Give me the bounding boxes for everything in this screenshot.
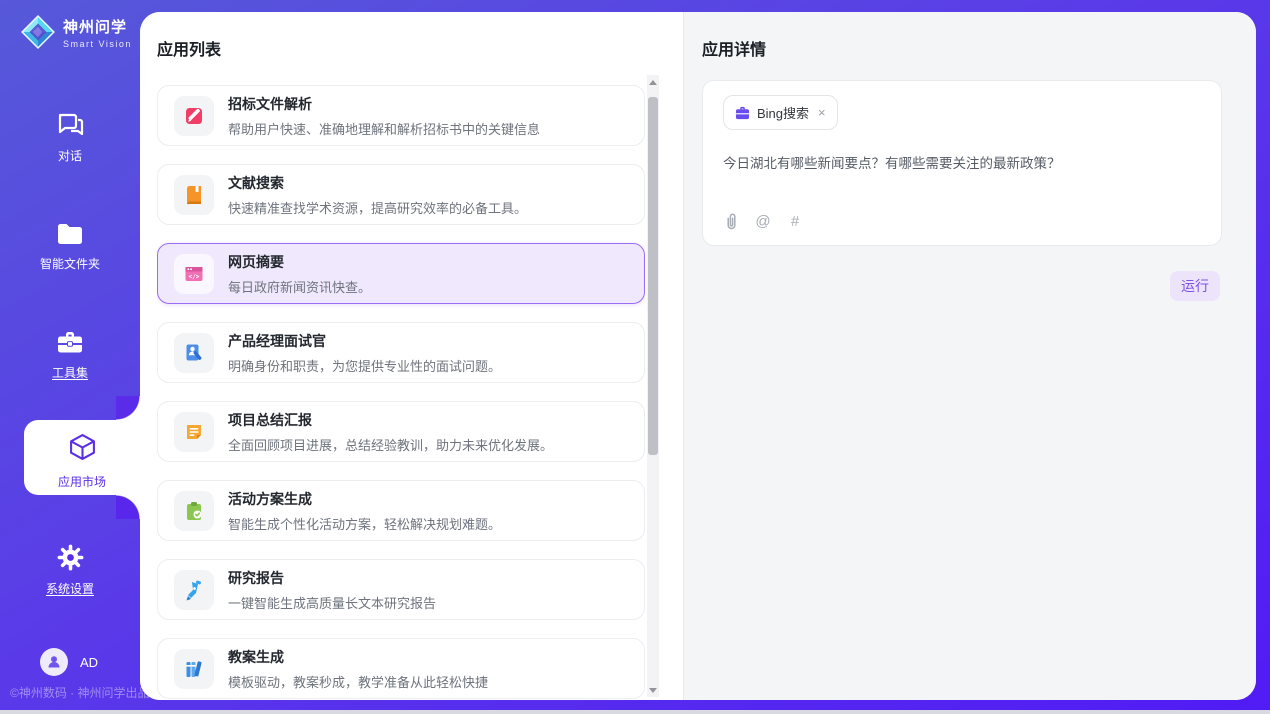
gear-icon	[57, 544, 84, 571]
app-list-title: 应用列表	[157, 36, 221, 60]
user-account[interactable]: AD	[40, 648, 98, 676]
svg-text:</>: </>	[189, 273, 200, 280]
sidebar-item-app-market[interactable]: 应用市场	[24, 420, 140, 495]
app-card-description: 快速精准查找学术资源，提高研究效率的必备工具。	[228, 198, 527, 217]
tab-fillet-top	[116, 396, 140, 420]
app-card-project-summary[interactable]: 项目总结汇报 全面回顾项目进展，总结经验教训，助力未来优化发展。	[157, 401, 645, 462]
resume-pen-icon	[174, 333, 214, 373]
app-detail-panel: 应用详情 Bing搜索 × 今日湖北有哪些新闻要点？有哪些需要关注的最新政策？	[683, 12, 1256, 700]
tool-tag-label: Bing搜索	[757, 103, 809, 122]
toolbox-icon	[56, 330, 84, 355]
clipboard-check-icon	[174, 491, 214, 531]
app-card-bid-analysis[interactable]: 招标文件解析 帮助用户快速、准确地理解和解析招标书中的关键信息	[157, 85, 645, 146]
folder-icon	[56, 222, 84, 246]
tool-tag-bing-search[interactable]: Bing搜索 ×	[723, 95, 838, 130]
tab-fillet-bottom	[116, 495, 140, 519]
bottom-edge-strip	[0, 710, 1270, 714]
run-button[interactable]: 运行	[1170, 271, 1220, 301]
sidebar-item-label: 智能文件夹	[0, 255, 140, 272]
brand-subtitle: Smart Vision	[63, 39, 132, 49]
books-icon	[174, 649, 214, 689]
question-text[interactable]: 今日湖北有哪些新闻要点？有哪些需要关注的最新政策？	[723, 154, 1201, 174]
gem-logo-icon	[20, 14, 56, 50]
report-note-icon	[174, 412, 214, 452]
app-window: 神州问学 Smart Vision 对话 智能文件夹	[0, 0, 1270, 714]
app-card-event-plan[interactable]: 活动方案生成 智能生成个性化活动方案，轻松解决规划难题。	[157, 480, 645, 541]
person-icon	[46, 654, 62, 670]
sidebar-item-label: 系统设置	[0, 580, 140, 597]
sidebar-item-smart-folder[interactable]: 智能文件夹	[0, 222, 140, 272]
app-detail-title: 应用详情	[702, 36, 766, 60]
sidebar-item-settings[interactable]: 系统设置	[0, 544, 140, 597]
mention-icon[interactable]: @	[755, 211, 771, 231]
book-icon	[174, 175, 214, 215]
app-card-title: 招标文件解析	[228, 94, 540, 114]
sidebar-item-label: 工具集	[0, 364, 140, 381]
avatar	[40, 648, 68, 676]
app-card-description: 智能生成个性化活动方案，轻松解决规划难题。	[228, 514, 501, 533]
attachment-icon[interactable]	[723, 211, 739, 231]
app-card-description: 明确身份和职责，为您提供专业性的面试问题。	[228, 356, 501, 375]
app-card-description: 每日政府新闻资讯快查。	[228, 277, 371, 296]
sidebar-item-label: 对话	[0, 147, 140, 164]
hash-icon[interactable]: #	[787, 211, 803, 231]
app-card-lesson-plan[interactable]: 教案生成 模板驱动，教案秒成，教学准备从此轻松快捷	[157, 638, 645, 699]
app-card-title: 网页摘要	[228, 252, 371, 272]
briefcase-icon	[735, 106, 750, 120]
app-card-literature-search[interactable]: 文献搜索 快速精准查找学术资源，提高研究效率的必备工具。	[157, 164, 645, 225]
app-card-title: 研究报告	[228, 568, 436, 588]
brand-name: 神州问学	[63, 16, 132, 37]
app-card-title: 活动方案生成	[228, 489, 501, 509]
app-card-web-summary[interactable]: </> 网页摘要 每日政府新闻资讯快查。	[157, 243, 645, 304]
app-card-title: 项目总结汇报	[228, 410, 553, 430]
sidebar: 神州问学 Smart Vision 对话 智能文件夹	[0, 0, 140, 714]
user-initials: AD	[80, 655, 98, 670]
chat-icon	[56, 112, 84, 138]
query-editor-card: Bing搜索 × 今日湖北有哪些新闻要点？有哪些需要关注的最新政策？ @ #	[702, 80, 1222, 246]
ink-pen-icon	[174, 570, 214, 610]
app-card-research-report[interactable]: 研究报告 一键智能生成高质量长文本研究报告	[157, 559, 645, 620]
close-icon[interactable]: ×	[818, 105, 826, 120]
app-card-description: 全面回顾项目进展，总结经验教训，助力未来优化发展。	[228, 435, 553, 454]
scrollbar-thumb[interactable]	[648, 97, 658, 455]
app-list-scrollbar[interactable]	[647, 75, 659, 697]
app-card-description: 模板驱动，教案秒成，教学准备从此轻松快捷	[228, 672, 488, 691]
brand-logo: 神州问学 Smart Vision	[20, 14, 132, 50]
edit-document-icon	[174, 96, 214, 136]
app-card-description: 帮助用户快速、准确地理解和解析招标书中的关键信息	[228, 119, 540, 138]
sidebar-item-label: 应用市场	[24, 473, 140, 490]
sidebar-item-toolset[interactable]: 工具集	[0, 330, 140, 381]
cube-icon	[69, 433, 96, 461]
app-card-pm-interviewer[interactable]: 产品经理面试官 明确身份和职责，为您提供专业性的面试问题。	[157, 322, 645, 383]
app-list-panel: 应用列表 招标文件解析 帮助用户快速、准确地理解和解析招标书中的关键信息	[140, 12, 683, 700]
scrollbar-up-arrow-icon[interactable]	[647, 75, 659, 89]
app-card-title: 教案生成	[228, 647, 488, 667]
main-content: 应用列表 招标文件解析 帮助用户快速、准确地理解和解析招标书中的关键信息	[140, 12, 1256, 700]
app-card-title: 产品经理面试官	[228, 331, 501, 351]
app-list: 招标文件解析 帮助用户快速、准确地理解和解析招标书中的关键信息 文献搜索	[157, 85, 645, 700]
sidebar-item-chat[interactable]: 对话	[0, 112, 140, 164]
scrollbar-down-arrow-icon[interactable]	[647, 683, 659, 697]
browser-code-icon: </>	[174, 254, 214, 294]
sidebar-footer: ©神州数码 · 神州问学出品	[10, 684, 150, 701]
app-card-title: 文献搜索	[228, 173, 527, 193]
editor-toolbar: @ #	[723, 211, 803, 231]
app-card-description: 一键智能生成高质量长文本研究报告	[228, 593, 436, 612]
